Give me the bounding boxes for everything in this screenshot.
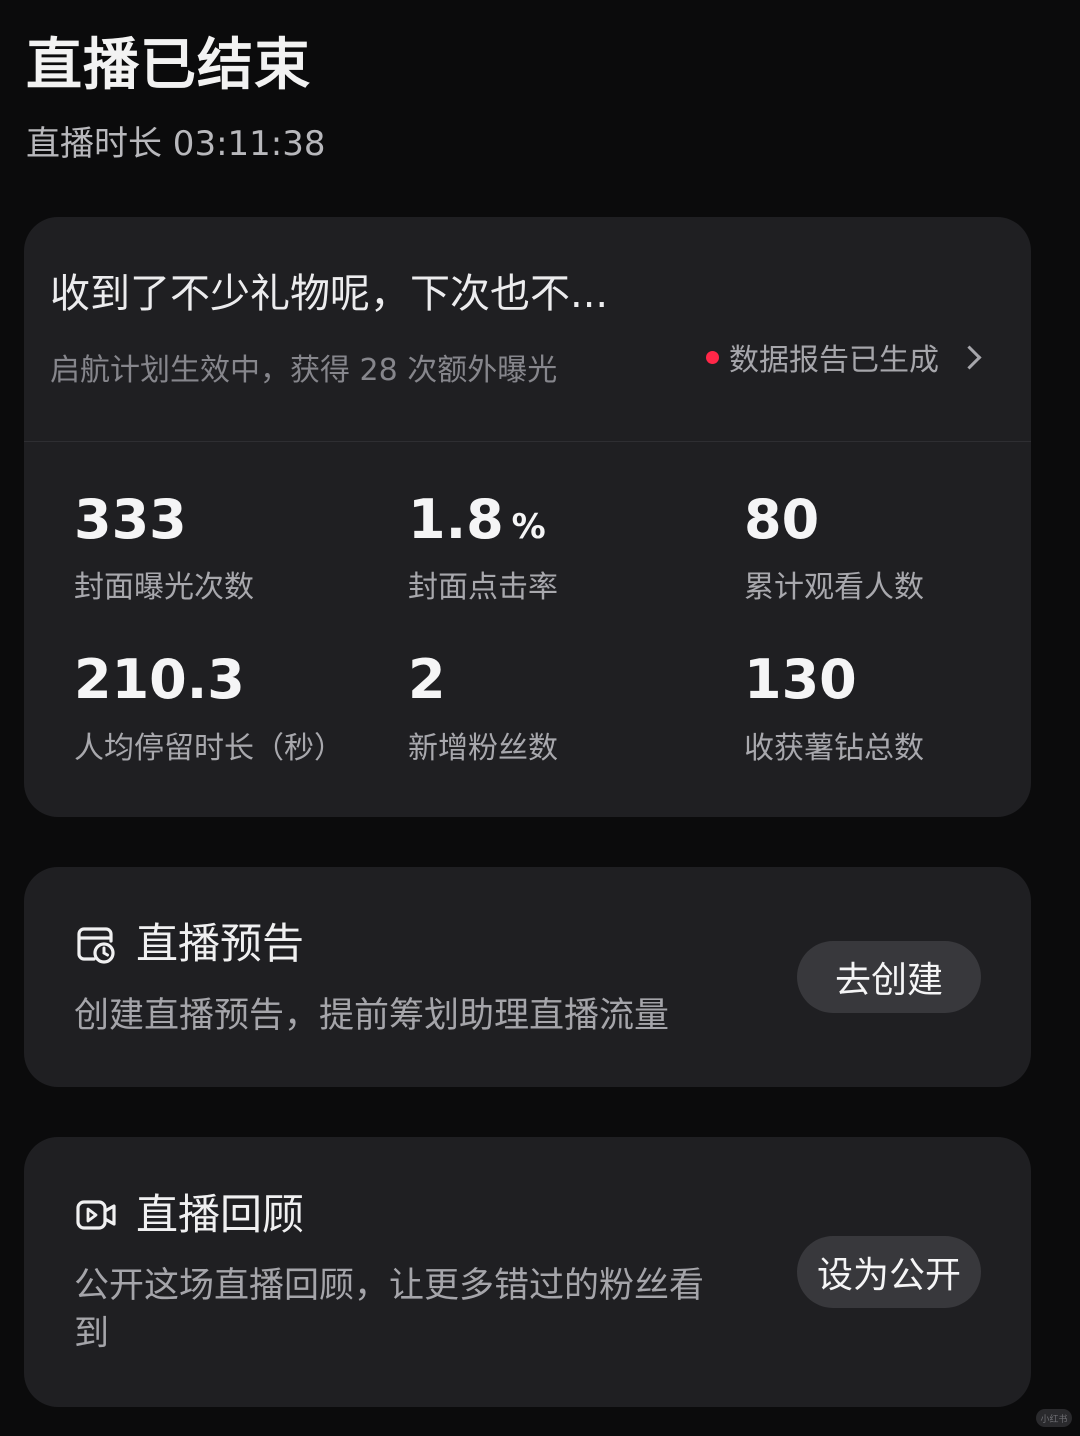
data-report-link[interactable]: 数据报告已生成 bbox=[706, 336, 982, 378]
stat-value-total-viewers: 80 bbox=[744, 488, 820, 551]
stat-value-diamonds: 130 bbox=[744, 648, 857, 711]
calendar-clock-icon bbox=[77, 927, 115, 964]
stat-label-new-followers: 新增粉丝数 bbox=[408, 731, 558, 766]
stat-value-click-rate: 1.8% bbox=[408, 488, 546, 551]
stat-label-click-rate: 封面点击率 bbox=[408, 570, 558, 605]
live-preview-title: 直播预告 bbox=[136, 919, 305, 968]
live-replay-description-line2: 到 bbox=[74, 1314, 110, 1354]
xiaohongshu-watermark: 小红书 bbox=[1036, 1409, 1072, 1427]
stat-value-avg-stay: 210.3 bbox=[74, 648, 245, 711]
live-duration: 直播时长 03:11:38 bbox=[26, 124, 326, 164]
create-preview-button[interactable]: 去创建 bbox=[797, 941, 981, 1013]
video-camera-icon bbox=[76, 1200, 116, 1230]
live-replay-title: 直播回顾 bbox=[136, 1190, 305, 1239]
chevron-right-icon bbox=[957, 344, 982, 370]
page-title: 直播已结束 bbox=[26, 33, 311, 98]
stat-value-cover-impressions: 333 bbox=[74, 488, 187, 551]
stats-divider bbox=[24, 441, 1031, 442]
summary-headline: 收到了不少礼物呢，下次也不... bbox=[50, 271, 609, 317]
red-dot-icon bbox=[706, 350, 719, 364]
set-public-button[interactable]: 设为公开 bbox=[797, 1236, 981, 1308]
stat-label-total-viewers: 累计观看人数 bbox=[744, 570, 924, 605]
live-replay-description-line1: 公开这场直播回顾，让更多错过的粉丝看 bbox=[74, 1266, 705, 1306]
live-preview-description: 创建直播预告，提前筹划助理直播流量 bbox=[74, 996, 670, 1036]
live-preview-header: 直播预告 bbox=[74, 916, 304, 972]
stat-label-avg-stay: 人均停留时长（秒） bbox=[74, 731, 344, 766]
stat-label-diamonds: 收获薯钻总数 bbox=[744, 731, 924, 766]
stat-value-new-followers: 2 bbox=[408, 648, 446, 711]
data-report-label: 数据报告已生成 bbox=[729, 343, 939, 378]
stat-label-cover-impressions: 封面曝光次数 bbox=[74, 570, 254, 605]
summary-subtitle: 启航计划生效中，获得 28 次额外曝光 bbox=[50, 353, 558, 388]
live-replay-header: 直播回顾 bbox=[74, 1187, 304, 1243]
